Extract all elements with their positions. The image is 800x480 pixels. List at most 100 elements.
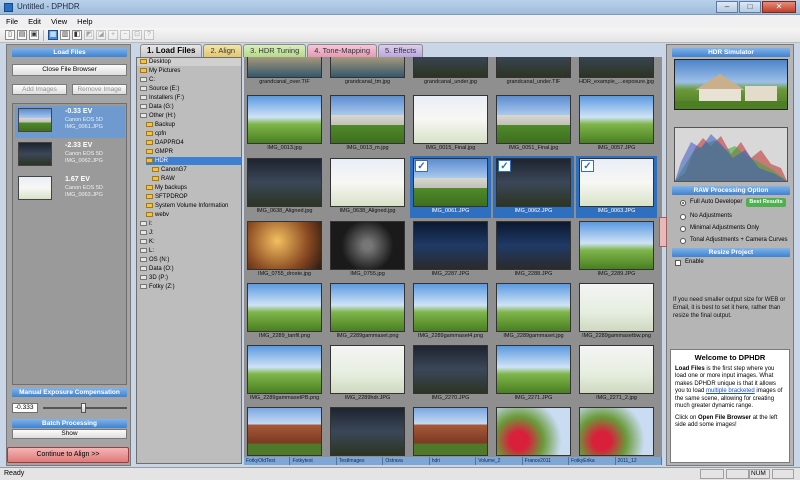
tree-item-selected[interactable]: HDR bbox=[146, 157, 241, 165]
folder-tab[interactable]: Volume_2 bbox=[476, 457, 523, 465]
zoom-fit-icon[interactable]: ⊡ bbox=[132, 30, 142, 40]
exposure-input[interactable]: -0.333 bbox=[12, 403, 38, 413]
enable-resize-checkbox[interactable]: Enable bbox=[675, 258, 704, 267]
thumbnail-cell[interactable]: IMG_0051_Final.jpg bbox=[493, 93, 574, 155]
tab-hdr-tuning[interactable]: 3. HDR Tuning bbox=[243, 44, 307, 57]
tree-item[interactable]: C: bbox=[140, 76, 155, 84]
thumbnail-cell-selected[interactable]: ✓ IMG_0061.JPG bbox=[410, 156, 491, 218]
thumbnail-cell[interactable]: IMG_0755.jpg bbox=[327, 219, 408, 281]
multiple-bracketed-link[interactable]: multiple bracketed bbox=[706, 388, 755, 394]
tree-item[interactable]: I: bbox=[140, 220, 152, 228]
thumbnail-cell-selected[interactable]: ✓ IMG_0063.JPG bbox=[576, 156, 657, 218]
thumbnail-cell[interactable]: IMG_0013.jpg bbox=[244, 93, 325, 155]
radio-button[interactable] bbox=[680, 213, 686, 220]
thumbnail-cell[interactable]: IMG_0013_m.jpg bbox=[327, 93, 408, 155]
radio-button[interactable] bbox=[680, 225, 686, 232]
align-icon[interactable]: ▥ bbox=[60, 30, 70, 40]
radio-minimal-adjustments[interactable]: Minimal Adjustments Only bbox=[680, 224, 759, 233]
folder-tab[interactable]: France2011 bbox=[523, 457, 570, 465]
radio-button[interactable] bbox=[680, 237, 686, 244]
tree-item[interactable]: RAW bbox=[152, 175, 175, 183]
tree-item[interactable]: My Pictures bbox=[140, 67, 180, 75]
add-images-button[interactable]: Add Images bbox=[12, 84, 67, 95]
continue-button[interactable]: Continue to Align >> bbox=[7, 447, 129, 463]
tree-item[interactable]: Desktop bbox=[140, 58, 171, 66]
thumbnail-cell[interactable]: IMG_2289.JPG bbox=[576, 219, 657, 281]
folder-tab[interactable]: TestImages bbox=[337, 457, 384, 465]
thumbnail-cell[interactable]: IMG_0638_Aligned.jpg bbox=[244, 156, 325, 218]
thumbnail-cell[interactable] bbox=[244, 405, 325, 457]
thumbnail-cell[interactable]: IMG_2288.JPG bbox=[493, 219, 574, 281]
maximize-button[interactable]: □ bbox=[739, 1, 761, 13]
thumbnail-cell[interactable]: IMG_2289_tanfil.png bbox=[244, 281, 325, 343]
thumbnail-cell[interactable] bbox=[493, 405, 574, 457]
tab-load-files[interactable]: 1. Load Files bbox=[140, 44, 203, 57]
folder-tab[interactable]: Ostrava bbox=[383, 457, 430, 465]
tree-item[interactable]: Data (G:) bbox=[140, 103, 174, 111]
radio-tonal-adjustments[interactable]: Tonal Adjustments + Camera Curves bbox=[680, 236, 788, 245]
zoom-in-icon[interactable]: + bbox=[108, 30, 118, 40]
tab-align[interactable]: 2. Align bbox=[203, 44, 243, 57]
load-files-icon[interactable]: ▦ bbox=[48, 30, 58, 40]
minimize-button[interactable]: – bbox=[716, 1, 738, 13]
thumbnail-cell[interactable]: IMG_2271_2.jpg bbox=[576, 343, 657, 405]
tab-tone-mapping[interactable]: 4. Tone-Mapping bbox=[307, 44, 378, 57]
tree-item[interactable]: Fotky (Z:) bbox=[140, 283, 175, 291]
thumbnail-cell[interactable]: grandcanal_tm.jpg bbox=[327, 57, 408, 89]
thumbnail-cell[interactable]: IMG_2270.JPG bbox=[410, 343, 491, 405]
thumbnail-cell[interactable]: HDR_example_...exposure.jpg bbox=[576, 57, 657, 89]
menu-file[interactable]: File bbox=[6, 17, 18, 26]
remove-image-button[interactable]: Remove Image bbox=[72, 84, 127, 95]
tree-item[interactable]: Source (E:) bbox=[140, 85, 179, 93]
tree-item[interactable]: SFTPDROP bbox=[146, 193, 188, 201]
thumbnail-cell[interactable]: grandcanal_under.TIF bbox=[493, 57, 574, 89]
folder-tab[interactable]: Fotkytest bbox=[290, 457, 337, 465]
list-item[interactable]: -2.33 EV Canon EOS 5D IMG_0062.JPG bbox=[15, 140, 125, 172]
checkmark-icon[interactable]: ✓ bbox=[498, 160, 511, 172]
radio-button[interactable] bbox=[680, 199, 686, 206]
thumbnail-cell[interactable]: IMG_2289gammasetbw.png bbox=[576, 281, 657, 343]
thumbnail-cell[interactable]: IMG_0755_droste.jpg bbox=[244, 219, 325, 281]
checkmark-icon[interactable]: ✓ bbox=[415, 160, 428, 172]
thumbnail-cell[interactable]: IMG_2289gammasetPB.png bbox=[244, 343, 325, 405]
radio-no-adjustments[interactable]: No Adjustments bbox=[680, 212, 732, 221]
hdr-icon[interactable]: ◧ bbox=[72, 30, 82, 40]
menu-help[interactable]: Help bbox=[77, 17, 92, 26]
tree-item[interactable]: Installers (F:) bbox=[140, 94, 184, 102]
thumbnail-cell[interactable] bbox=[327, 405, 408, 457]
side-collapse-tab[interactable] bbox=[659, 217, 667, 247]
thumbnail-cell[interactable]: grandcanal_under.jpg bbox=[410, 57, 491, 89]
thumbnail-cell[interactable]: IMG_2271.JPG bbox=[493, 343, 574, 405]
thumbnail-cell[interactable]: IMG_2289gammaset.jpg bbox=[493, 281, 574, 343]
folder-tab[interactable]: 2011_12 bbox=[616, 457, 662, 465]
new-file-icon[interactable]: ▯ bbox=[5, 30, 15, 40]
zoom-out-icon[interactable]: − bbox=[120, 30, 130, 40]
tab-effects[interactable]: 5. Effects bbox=[378, 44, 424, 57]
tree-item[interactable]: webv bbox=[146, 211, 169, 219]
save-icon[interactable]: ▣ bbox=[29, 30, 39, 40]
thumbnail-cell[interactable] bbox=[410, 405, 491, 457]
tree-item[interactable]: DAPPRO4 bbox=[146, 139, 184, 147]
tree-item[interactable]: L: bbox=[140, 247, 154, 255]
folder-tab[interactable]: FotkyErika bbox=[569, 457, 616, 465]
tree-item[interactable]: System Volume Information bbox=[146, 202, 228, 210]
tree-item[interactable]: Backup bbox=[146, 121, 175, 129]
tree-item[interactable]: My backups bbox=[146, 184, 187, 192]
thumbnail-cell[interactable]: IMG_0638_Aligned.jpg bbox=[327, 156, 408, 218]
thumbnail-cell[interactable]: grandcanal_over.TIF bbox=[244, 57, 325, 89]
checkmark-icon[interactable]: ✓ bbox=[581, 160, 594, 172]
list-item[interactable]: 1.67 EV Canon EOS 5D IMG_0063.JPG bbox=[15, 174, 125, 206]
list-item[interactable]: -0.33 EV Canon EOS 5D IMG_0061.JPG bbox=[15, 106, 125, 138]
tree-item[interactable]: Other (H:) bbox=[140, 112, 176, 120]
tree-item[interactable]: J: bbox=[140, 229, 154, 237]
batch-show-button[interactable]: Show bbox=[12, 429, 127, 439]
tree-item[interactable]: cpfn bbox=[146, 130, 166, 138]
tree-item[interactable]: GMPR bbox=[146, 148, 173, 156]
tree-item[interactable]: CanonG7 bbox=[152, 166, 187, 174]
folder-tab[interactable]: hdri bbox=[430, 457, 477, 465]
help-icon[interactable]: ? bbox=[144, 30, 154, 40]
tree-item[interactable]: OS (N:) bbox=[140, 256, 169, 264]
menu-edit[interactable]: Edit bbox=[28, 17, 41, 26]
menu-view[interactable]: View bbox=[51, 17, 67, 26]
thumbnail-cell[interactable]: IMG_2289hdr.JPG bbox=[327, 343, 408, 405]
